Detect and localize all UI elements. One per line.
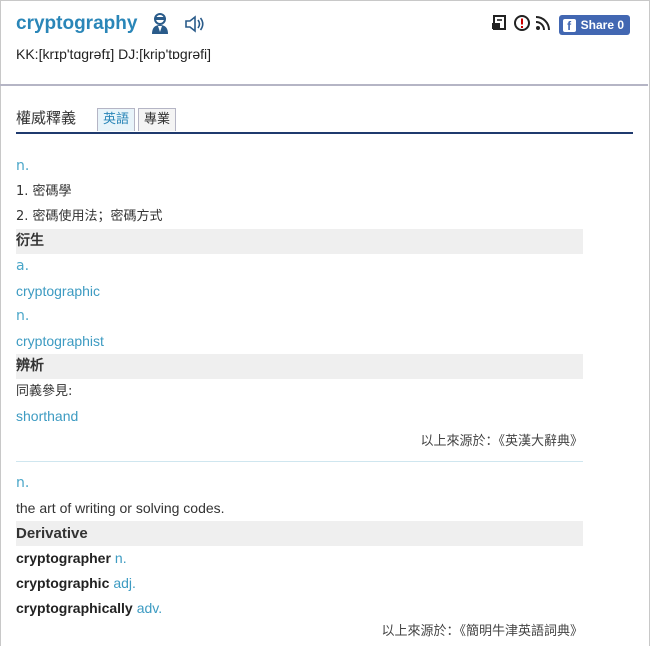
derivative-item: cryptographer n. xyxy=(16,546,583,571)
derivative-item: cryptographic adj. xyxy=(16,571,583,596)
derivative-pos: adv. xyxy=(136,600,163,616)
tab-professional[interactable]: 專業 xyxy=(138,108,177,131)
headword: cryptography xyxy=(16,13,138,34)
definition-item: 1. 密碼學 xyxy=(16,184,72,199)
part-of-speech: n. xyxy=(16,475,30,491)
part-of-speech: n. xyxy=(16,158,30,174)
derivative-pos: n. xyxy=(114,550,127,566)
definition-item: 2. 密碼使用法；密碼方式 xyxy=(16,209,163,224)
derived-section-header: 衍生 xyxy=(16,229,583,254)
section-divider xyxy=(16,461,583,462)
derived-word-link[interactable]: cryptographic xyxy=(16,279,583,304)
definition-item: the art of writing or solving codes. xyxy=(16,500,225,516)
synonym-label: 同義參見: xyxy=(16,384,73,399)
share-count-label: Share 0 xyxy=(580,18,624,32)
source-attribution: 以上來源於：《英漢大辭典》 xyxy=(420,434,583,449)
source-attribution: 以上來源於：《簡明牛津英語詞典》 xyxy=(381,624,583,639)
derived-pos: n. xyxy=(16,308,30,324)
rss-icon[interactable] xyxy=(535,15,551,35)
derived-word-link[interactable]: cryptographist xyxy=(16,329,583,354)
authoritative-definitions-title: 權威釋義 xyxy=(16,109,77,127)
definition-tabs: 權威釋義 英語 專業 xyxy=(16,106,633,134)
synonym-link[interactable]: shorthand xyxy=(16,404,583,429)
derivative-word: cryptographically xyxy=(16,600,133,616)
facebook-icon: f xyxy=(562,18,576,32)
pronunciation-icons xyxy=(150,13,206,39)
speaker-icon[interactable] xyxy=(184,15,206,37)
derivative-word: cryptographer xyxy=(16,550,111,566)
report-icon[interactable] xyxy=(513,14,531,36)
analysis-section-header: 辨析 xyxy=(16,354,583,379)
definitions-content: n. 1. 密碼學 2. 密碼使用法；密碼方式 衍生 a. cryptograp… xyxy=(16,154,583,643)
derivative-section-header: Derivative xyxy=(16,521,583,546)
entry-toolbar: f Share 0 xyxy=(491,14,630,36)
person-speaker-icon[interactable] xyxy=(150,13,170,39)
derivative-word: cryptographic xyxy=(16,575,110,591)
bookmark-icon[interactable] xyxy=(491,14,509,36)
derivative-pos: adj. xyxy=(113,575,136,591)
phonetic-transcription: KK:[krɪp'tɑgrəfɪ] DJ:[krip'tɒgrəfi] xyxy=(16,46,212,62)
derived-pos: a. xyxy=(16,258,30,274)
derivative-item: cryptographically adv. xyxy=(16,596,583,621)
entry-header: cryptography KK:[krɪp'tɑgrəfɪ] DJ:[krip'… xyxy=(0,0,648,86)
tab-english[interactable]: 英語 xyxy=(97,108,136,131)
facebook-share-button[interactable]: f Share 0 xyxy=(558,15,630,35)
